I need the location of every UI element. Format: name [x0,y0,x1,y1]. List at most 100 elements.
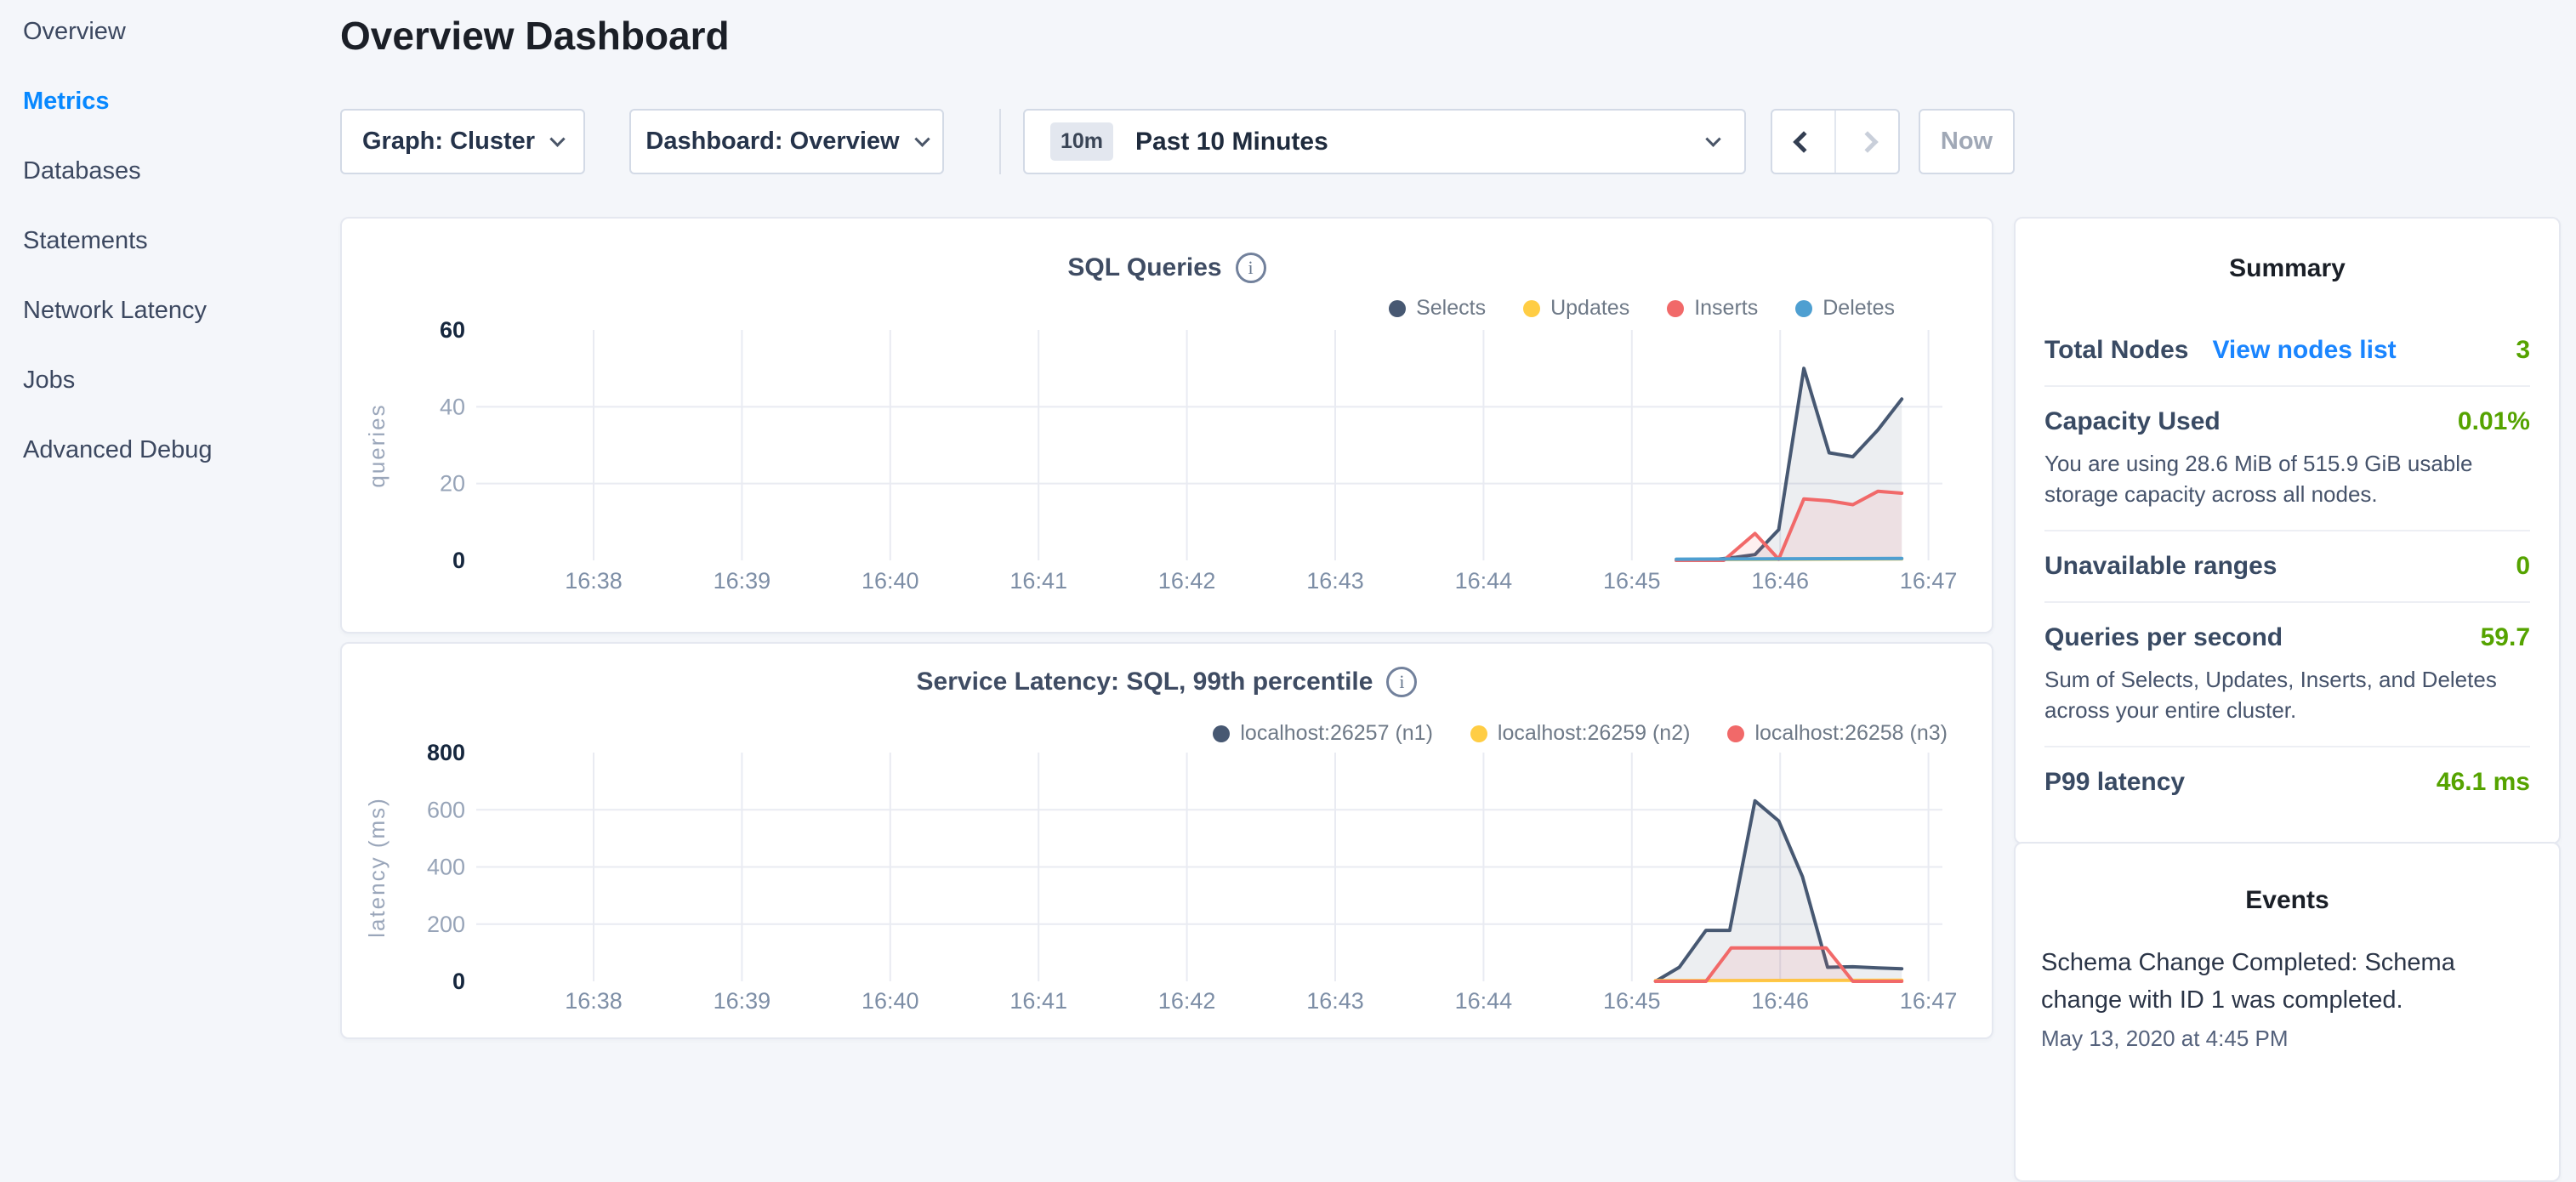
svg-text:16:45: 16:45 [1603,988,1661,1014]
svg-text:16:44: 16:44 [1455,988,1513,1014]
graph-selector-label: Graph: Cluster [362,128,535,156]
event-message: Schema Change Completed: Schema change w… [2041,944,2533,1019]
events-list: Schema Change Completed: Schema change w… [2041,944,2533,1053]
service-latency-chart-card: Service Latency: SQL, 99th percentile i … [340,642,1993,1039]
svg-text:16:41: 16:41 [1009,568,1067,594]
svg-text:16:47: 16:47 [1900,568,1958,594]
svg-text:16:43: 16:43 [1306,988,1364,1014]
svg-text:queries: queries [364,403,390,487]
summary-row-label: Total Nodes [2044,336,2188,365]
time-step-forward-button[interactable] [1834,111,1898,173]
time-step-buttons [1771,109,1900,174]
legend-item: Deletes [1795,296,1895,321]
summary-row: P99 latency 46.1 ms [2044,746,2530,817]
summary-row-description: Sum of Selects, Updates, Inserts, and De… [2044,664,2530,725]
svg-text:400: 400 [427,855,465,880]
svg-text:16:42: 16:42 [1158,568,1216,594]
legend-dot-icon [1470,725,1487,742]
info-icon[interactable]: i [1386,667,1417,697]
svg-text:20: 20 [440,471,465,497]
graph-selector-dropdown[interactable]: Graph: Cluster [340,109,585,174]
summary-row: Total Nodes View nodes list 3 [2044,315,2530,385]
chart-title: SQL Queries [1067,253,1221,282]
summary-row: Queries per second59.7Sum of Selects, Up… [2044,601,2530,746]
summary-row-label: Capacity Used [2044,407,2221,436]
legend-item: Selects [1389,296,1486,321]
time-window-label: Past 10 Minutes [1135,128,1708,156]
svg-text:latency (ms): latency (ms) [364,797,390,938]
legend-label: Inserts [1694,296,1758,321]
summary-title: Summary [2044,254,2530,283]
svg-text:16:46: 16:46 [1751,568,1809,594]
service-latency-chart[interactable]: 020040060080016:3816:3916:4016:4116:4216… [359,742,1992,1024]
event-timestamp: May 13, 2020 at 4:45 PM [2041,1024,2533,1053]
summary-row-value: 3 [2516,336,2530,365]
svg-text:60: 60 [440,318,465,343]
event-item[interactable]: Schema Change Completed: Schema change w… [2041,944,2533,1053]
summary-row-label: Unavailable ranges [2044,552,2277,581]
svg-text:16:40: 16:40 [862,568,919,594]
svg-text:800: 800 [427,742,465,765]
controls-divider [999,109,1001,174]
legend-dot-icon [1727,725,1744,742]
events-title: Events [2041,886,2533,915]
sql-queries-chart[interactable]: 020406016:3816:3916:4016:4116:4216:4316:… [359,318,1992,600]
legend-item: Updates [1523,296,1629,321]
svg-text:16:40: 16:40 [862,988,919,1014]
svg-text:16:43: 16:43 [1306,568,1364,594]
svg-text:16:38: 16:38 [565,568,623,594]
sidebar-item-overview[interactable]: Overview [23,19,340,44]
legend-dot-icon [1667,300,1684,317]
sidebar-item-databases[interactable]: Databases [23,158,340,184]
legend-item: Inserts [1667,296,1758,321]
svg-text:16:38: 16:38 [565,988,623,1014]
summary-rows: Total Nodes View nodes list 3 Capacity Used… [2044,315,2530,817]
svg-text:40: 40 [440,394,465,419]
legend-dot-icon [1523,300,1540,317]
info-icon[interactable]: i [1236,253,1266,283]
view-nodes-list-link[interactable]: View nodes list [2212,336,2396,365]
sidebar: Overview Metrics Databases Statements Networ… [0,0,340,507]
svg-text:16:41: 16:41 [1009,988,1067,1014]
sidebar-item-jobs[interactable]: Jobs [23,367,340,393]
sidebar-item-metrics[interactable]: Metrics [23,88,340,114]
time-step-back-button[interactable] [1772,111,1834,173]
legend-label: Selects [1416,296,1486,321]
chevron-left-icon [1793,131,1814,152]
time-window-badge: 10m [1050,122,1113,161]
summary-row: Capacity Used0.01%You are using 28.6 MiB… [2044,385,2530,530]
chevron-down-icon [549,131,565,146]
sidebar-item-statements[interactable]: Statements [23,228,340,253]
legend-dot-icon [1795,300,1812,317]
page-title: Overview Dashboard [340,13,730,59]
legend-label: Updates [1550,296,1629,321]
chevron-down-icon [914,131,930,146]
summary-row-value: 0.01% [2458,407,2530,436]
time-window-dropdown[interactable]: 10m Past 10 Minutes [1023,109,1746,174]
svg-text:16:39: 16:39 [714,988,771,1014]
svg-text:0: 0 [452,969,465,994]
svg-text:16:44: 16:44 [1455,568,1513,594]
sql-queries-chart-card: SQL Queries i Selects Updates Inserts Delet… [340,217,1993,634]
svg-text:16:47: 16:47 [1900,988,1958,1014]
sidebar-item-advanced-debug[interactable]: Advanced Debug [23,437,340,463]
dashboard-selector-dropdown[interactable]: Dashboard: Overview [629,109,944,174]
svg-text:200: 200 [427,912,465,937]
summary-row: Unavailable ranges0 [2044,530,2530,601]
legend-dot-icon [1389,300,1406,317]
legend-dot-icon [1213,725,1230,742]
summary-row-value: 59.7 [2481,623,2530,652]
events-panel: Events Schema Change Completed: Schema c… [2014,842,2561,1182]
chevron-down-icon [1705,131,1720,146]
dashboard-selector-label: Dashboard: Overview [645,128,899,156]
chart-legend: Selects Updates Inserts Deletes [1389,296,1895,321]
now-button[interactable]: Now [1919,109,2015,174]
summary-panel: Summary Total Nodes View nodes list 3 Capac… [2014,217,2561,844]
summary-row-value: 46.1 ms [2437,768,2530,797]
svg-text:16:39: 16:39 [714,568,771,594]
legend-label: Deletes [1823,296,1895,321]
svg-text:16:46: 16:46 [1751,988,1809,1014]
svg-text:16:45: 16:45 [1603,568,1661,594]
sidebar-item-network-latency[interactable]: Network Latency [23,298,340,323]
summary-row-label: P99 latency [2044,768,2185,797]
